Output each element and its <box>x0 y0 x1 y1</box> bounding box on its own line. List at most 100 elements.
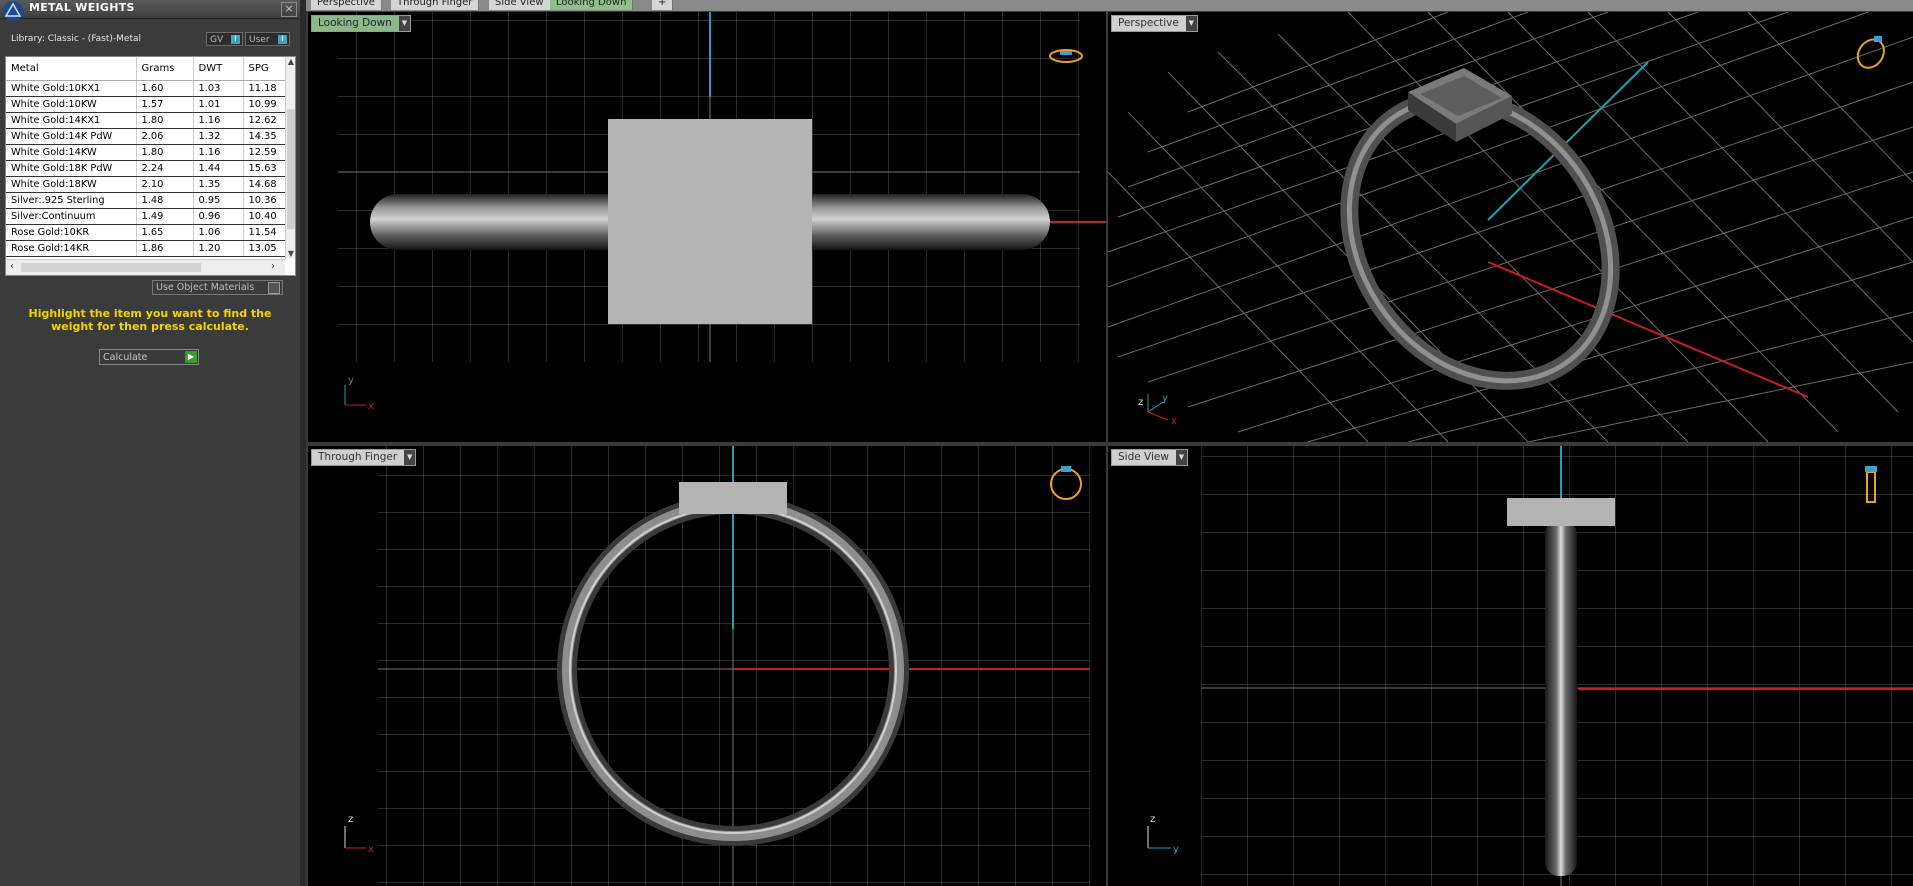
user-toggle-label: User <box>249 35 270 45</box>
cell-dwt: 1.35 <box>193 176 244 193</box>
scroll-thumb[interactable] <box>21 263 201 272</box>
cell-spg: 11.18 <box>243 80 289 97</box>
chevron-down-icon[interactable]: ▼ <box>398 16 410 31</box>
user-toggle[interactable]: User i <box>245 32 290 46</box>
cell-metal: Silver:Continuum <box>6 208 137 225</box>
cell-dwt: 0.96 <box>193 208 244 225</box>
instruction-text: Highlight the item you want to find the … <box>28 307 272 333</box>
table-row[interactable]: Rose Gold:10KR 1.65 1.06 11.54 <box>6 224 289 241</box>
column-header-grams[interactable]: Grams <box>136 57 194 81</box>
ring-orientation-icon[interactable] <box>1852 34 1889 72</box>
table-row[interactable]: White Gold:14KX1 1.80 1.16 12.62 <box>6 112 289 129</box>
viewport-looking-down[interactable]: y x Looking Down ▼ <box>308 12 1106 442</box>
viewport-label-text: Looking Down <box>318 17 392 29</box>
cell-spg: 10.36 <box>243 192 289 209</box>
cell-grams: 1.80 <box>136 144 194 161</box>
viewport-label-perspective[interactable]: Perspective ▼ <box>1111 15 1198 32</box>
column-header-dwt[interactable]: DWT <box>193 57 244 81</box>
cell-spg: 13.05 <box>243 240 289 257</box>
scroll-right-icon[interactable]: › <box>271 261 275 272</box>
chevron-down-icon[interactable]: ▼ <box>1185 16 1197 31</box>
use-object-materials-toggle[interactable]: Use Object Materials <box>152 280 283 295</box>
viewport-perspective[interactable]: z y x Perspective ▼ <box>1108 12 1913 442</box>
table-row[interactable]: White Gold:10KX1 1.60 1.03 11.18 <box>6 80 289 97</box>
calculate-label: Calculate <box>103 352 148 363</box>
table-row[interactable]: Rose Gold:14KR 1.86 1.20 13.05 <box>6 240 289 257</box>
chevron-down-icon[interactable]: ▼ <box>404 450 416 465</box>
column-header-spg[interactable]: SPG <box>243 57 289 81</box>
cell-grams: 1.49 <box>136 208 194 225</box>
viewport-label-text: Side View <box>1118 451 1169 463</box>
viewport-label-text: Through Finger <box>318 451 398 463</box>
viewport-label-through-finger[interactable]: Through Finger ▼ <box>311 449 417 466</box>
tab-looking-down[interactable]: Looking Down <box>550 0 634 10</box>
viewport-label-text: Perspective <box>1118 17 1179 29</box>
cell-dwt: 1.44 <box>193 160 244 177</box>
cell-dwt: 1.06 <box>193 224 244 241</box>
cell-spg: 10.99 <box>243 96 289 113</box>
horizontal-scrollbar[interactable]: ‹ › <box>6 259 285 275</box>
table-row[interactable]: White Gold:14KW 1.80 1.16 12.59 <box>6 144 289 161</box>
ring-setting-top-view[interactable] <box>608 119 812 324</box>
cell-spg: 14.35 <box>243 128 289 145</box>
metal-weights-table[interactable]: Metal Grams DWT SPG White Gold:10KX1 1.60… <box>5 56 296 276</box>
cell-spg: 11.54 <box>243 224 289 241</box>
viewport-label-looking-down[interactable]: Looking Down ▼ <box>311 15 411 32</box>
table-row[interactable]: White Gold:14K PdW 2.06 1.32 14.35 <box>6 128 289 145</box>
table-row[interactable]: White Gold:10KW 1.57 1.01 10.99 <box>6 96 289 113</box>
cell-spg: 12.62 <box>243 112 289 129</box>
gv-toggle[interactable]: GV i <box>206 32 243 46</box>
info-icon: i <box>278 35 287 44</box>
scroll-thumb[interactable] <box>287 109 295 229</box>
axis-gizmo: z y x <box>1138 393 1177 427</box>
perspective-canvas[interactable]: z y x <box>1108 12 1913 442</box>
table-row[interactable]: White Gold:18K PdW 2.24 1.44 15.63 <box>6 160 289 177</box>
column-header-metal[interactable]: Metal <box>6 57 137 81</box>
through-finger-canvas[interactable]: z x <box>308 446 1106 886</box>
ring-band-side-view[interactable] <box>1545 520 1577 876</box>
cell-spg: 15.63 <box>243 160 289 177</box>
vertical-scrollbar[interactable]: ▲ ▼ <box>285 57 295 259</box>
scroll-up-icon[interactable]: ▲ <box>286 57 295 67</box>
side-view-canvas[interactable]: z y <box>1108 446 1913 886</box>
close-icon[interactable]: × <box>281 2 297 17</box>
viewport-side-view[interactable]: z y Side View ▼ <box>1108 446 1913 886</box>
cell-metal: Rose Gold:10KR <box>6 224 137 241</box>
tab-perspective[interactable]: Perspective <box>311 0 382 10</box>
ring-setting-front-view[interactable] <box>679 482 787 514</box>
looking-down-canvas[interactable]: y x <box>308 12 1106 442</box>
axis-label-y: y <box>348 375 354 386</box>
ring-setting-side-view[interactable] <box>1507 498 1615 526</box>
viewport-label-side-view[interactable]: Side View ▼ <box>1111 449 1188 466</box>
view-tab-bar: Perspective Through Finger Side View Loo… <box>306 0 1913 11</box>
viewport-through-finger[interactable]: z x Through Finger ▼ <box>308 446 1106 886</box>
cell-grams: 2.10 <box>136 176 194 193</box>
play-icon: ▶ <box>185 351 197 363</box>
calculate-button[interactable]: Calculate ▶ <box>99 349 199 365</box>
axis-label-z: z <box>1150 814 1155 825</box>
cell-dwt: 0.95 <box>193 192 244 209</box>
panel-title: METAL WEIGHTS <box>29 1 135 14</box>
add-tab-button[interactable]: + <box>652 0 674 10</box>
cell-dwt: 1.03 <box>193 80 244 97</box>
cell-grams: 1.86 <box>136 240 194 257</box>
panel-divider[interactable] <box>300 0 306 886</box>
cell-spg: 12.59 <box>243 144 289 161</box>
cell-grams: 2.24 <box>136 160 194 177</box>
scroll-down-icon[interactable]: ▼ <box>286 249 295 259</box>
gv-toggle-label: GV <box>210 35 224 45</box>
table-row[interactable]: White Gold:18KW 2.10 1.35 14.68 <box>6 176 289 193</box>
axis-label-x: x <box>368 844 374 855</box>
axis-label-x: x <box>368 401 374 412</box>
scroll-left-icon[interactable]: ‹ <box>10 261 14 272</box>
cell-metal: White Gold:10KW <box>6 96 137 113</box>
checkbox-icon[interactable] <box>268 282 280 294</box>
axis-label-z: z <box>1138 397 1143 408</box>
table-row[interactable]: Silver:Continuum 1.49 0.96 10.40 <box>6 208 289 225</box>
tab-side-view[interactable]: Side View <box>489 0 551 10</box>
tab-through-finger[interactable]: Through Finger <box>391 0 480 10</box>
chevron-down-icon[interactable]: ▼ <box>1175 450 1187 465</box>
use-object-materials-label: Use Object Materials <box>156 282 255 293</box>
cell-dwt: 1.20 <box>193 240 244 257</box>
table-row[interactable]: Silver:.925 Sterling 1.48 0.95 10.36 <box>6 192 289 209</box>
